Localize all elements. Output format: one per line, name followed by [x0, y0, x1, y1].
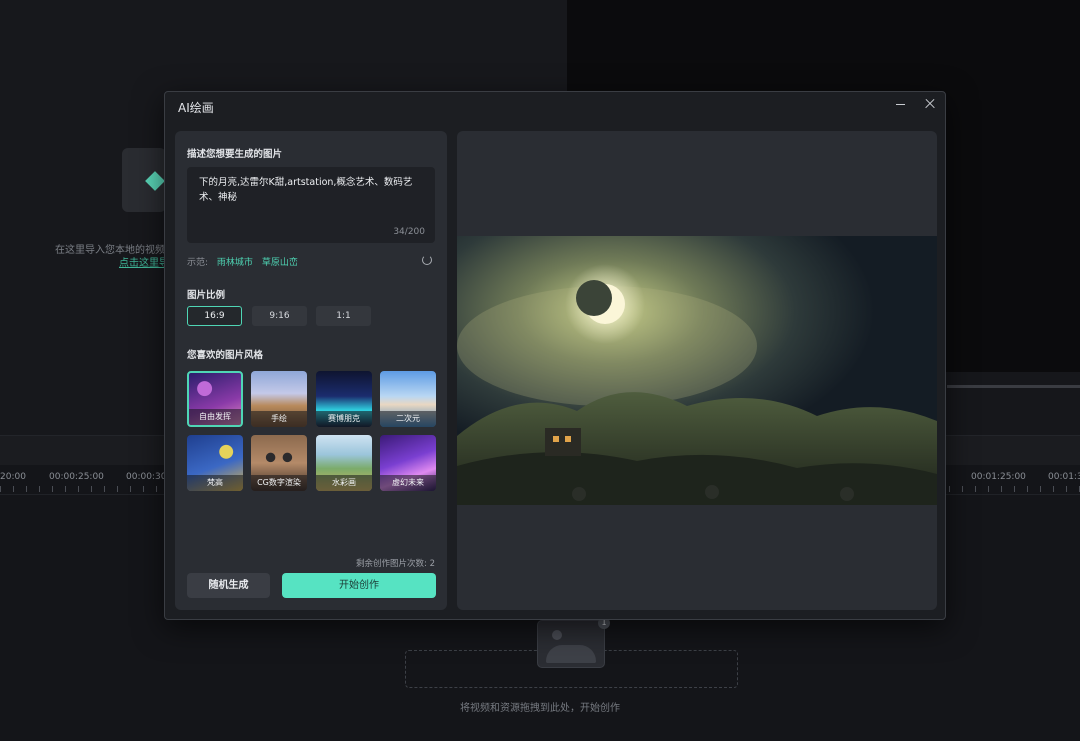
style-van-gogh[interactable]: 梵高 [187, 435, 243, 491]
refresh-icon[interactable] [422, 255, 432, 265]
prompt-input[interactable]: 下的月亮,达雷尔K甜,artstation,概念艺术、数码艺术、神秘 34/20… [187, 167, 435, 243]
ruler-label: 00:00:25:00 [49, 472, 104, 482]
example-grassland-mountains[interactable]: 草原山峦 [262, 258, 298, 268]
style-caption: 赛博朋克 [316, 411, 372, 427]
ratio-9-16-button[interactable]: 9:16 [252, 306, 307, 326]
import-link[interactable]: 点击这里导 [119, 254, 169, 269]
style-caption: 二次元 [380, 411, 436, 427]
settings-panel: 描述您想要生成的图片 下的月亮,达雷尔K甜,artstation,概念艺术、数码… [175, 131, 447, 610]
result-panel [457, 131, 937, 610]
style-caption: 梵高 [187, 475, 243, 491]
ratio-label: 图片比例 [187, 290, 226, 301]
random-generate-button[interactable]: 随机生成 [187, 573, 270, 598]
ruler-label: 00:01:3 [1048, 472, 1080, 482]
prompt-label: 描述您想要生成的图片 [187, 149, 283, 160]
style-watercolor[interactable]: 水彩画 [316, 435, 372, 491]
ratio-1-1-button[interactable]: 1:1 [316, 306, 371, 326]
style-anime[interactable]: 二次元 [380, 371, 436, 427]
dialog-title: AI绘画 [178, 101, 214, 115]
ai-painting-dialog: AI绘画 描述您想要生成的图片 下的月亮,达雷尔K甜,artstation,概念… [164, 91, 946, 620]
style-cg-render[interactable]: CG数字渲染 [251, 435, 307, 491]
style-free[interactable]: 自由发挥 [187, 371, 243, 427]
start-create-button[interactable]: 开始创作 [282, 573, 436, 598]
style-caption: 水彩画 [316, 475, 372, 491]
style-cyberpunk[interactable]: 赛博朋克 [316, 371, 372, 427]
style-caption: CG数字渲染 [251, 475, 307, 491]
minimize-icon[interactable] [893, 96, 909, 112]
style-hand-drawn[interactable]: 手绘 [251, 371, 307, 427]
style-unreal-future[interactable]: 虚幻未来 [380, 435, 436, 491]
close-icon[interactable] [922, 96, 938, 112]
remaining-count: 剩余创作图片次数: 2 [356, 559, 435, 569]
ruler-label: 20:00 [0, 472, 26, 482]
prompt-text: 下的月亮,达雷尔K甜,artstation,概念艺术、数码艺术、神秘 [199, 177, 413, 203]
examples-label: 示范: [187, 258, 209, 268]
preview-progress[interactable] [947, 385, 1080, 388]
drop-hint: 将视频和资源拖拽到此处，开始创作 [460, 703, 620, 714]
examples-row: 示范: 雨林城市 草原山峦 [187, 255, 298, 268]
style-grid: 自由发挥 手绘 赛博朋克 二次元 梵高 CG数字渲染 水彩画 虚幻未来 [187, 371, 437, 491]
example-rainforest-city[interactable]: 雨林城市 [217, 258, 253, 268]
ratio-16-9-button[interactable]: 16:9 [187, 306, 242, 326]
ruler-label: 00:00:30 [126, 472, 167, 482]
char-count: 34/200 [393, 227, 425, 237]
style-label: 您喜欢的图片风格 [187, 350, 264, 361]
generated-image [457, 236, 937, 505]
style-caption: 手绘 [251, 411, 307, 427]
style-caption: 虚幻未来 [380, 475, 436, 491]
style-caption: 自由发挥 [189, 409, 241, 425]
media-import-icon[interactable] [122, 148, 166, 212]
image-placeholder-icon [537, 620, 605, 668]
ruler-label: 00:01:25:00 [971, 472, 1026, 482]
